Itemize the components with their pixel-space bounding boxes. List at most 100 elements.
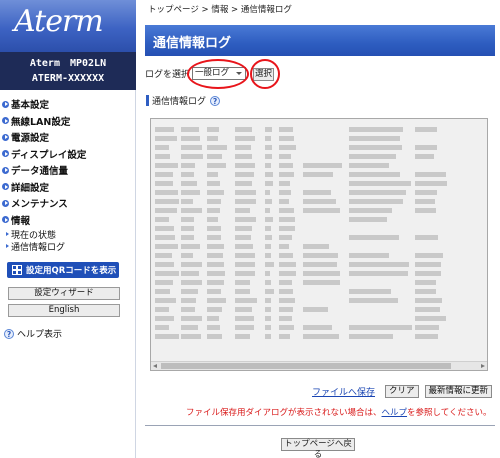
qr-button-label: 設定用QRコードを表示 (26, 266, 117, 276)
blurred-log-fragment (303, 262, 337, 267)
blurred-log-fragment (181, 253, 194, 258)
blurred-log-fragment (207, 289, 221, 294)
scrollbar-thumb[interactable] (161, 363, 451, 369)
blurred-log-fragment (279, 145, 297, 150)
sidebar-item-information[interactable]: 情報 (0, 212, 136, 229)
blurred-log-fragment (155, 145, 169, 150)
blurred-log-fragment (265, 190, 270, 195)
blurred-log-fragment (265, 127, 272, 132)
horizontal-scrollbar[interactable] (151, 361, 487, 370)
blurred-log-fragment (181, 325, 199, 330)
sidebar-item-power[interactable]: 電源設定 (0, 129, 136, 146)
blurred-log-fragment (207, 181, 221, 186)
blurred-log-fragment (155, 154, 171, 159)
blurred-log-fragment (235, 262, 255, 267)
blurred-log-fragment (279, 127, 293, 132)
blurred-log-fragment (155, 226, 174, 231)
sidebar-item-display[interactable]: ディスプレイ設定 (0, 146, 136, 163)
blurred-log-fragment (279, 325, 295, 330)
blurred-log-fragment (155, 307, 170, 312)
blurred-log-fragment (349, 181, 411, 186)
blurred-log-fragment (349, 262, 409, 267)
help-icon[interactable]: ? (210, 95, 221, 106)
logo-area: Aterm (0, 0, 136, 52)
help-link-inline[interactable]: ヘルプ (382, 408, 408, 418)
log-section-label: 通信情報ログ (152, 97, 207, 107)
blurred-log-fragment (265, 199, 272, 204)
blurred-log-fragment (265, 316, 271, 321)
show-qr-code-button[interactable]: 設定用QRコードを表示 (7, 262, 119, 278)
blurred-log-fragment (181, 298, 197, 303)
blurred-log-fragment (415, 190, 437, 195)
sidebar-item-wireless-lan[interactable]: 無線LAN設定 (0, 113, 136, 130)
sidebar-item-label: メンテナンス (11, 199, 68, 211)
blurred-log-fragment (265, 145, 272, 150)
help-link[interactable]: ? ヘルプ表示 (4, 327, 62, 340)
save-to-file-link[interactable]: ファイルへ保存 (312, 385, 375, 398)
blurred-log-fragment (155, 199, 179, 204)
blurred-log-fragment (207, 226, 221, 231)
blurred-log-fragment (415, 208, 436, 213)
sidebar-item-basic-settings[interactable]: 基本設定 (0, 96, 136, 113)
blurred-log-fragment (265, 154, 272, 159)
clear-button[interactable]: クリア (385, 385, 419, 398)
blurred-log-fragment (181, 217, 194, 222)
blurred-log-fragment (181, 280, 202, 285)
blurred-log-fragment (415, 298, 442, 303)
blurred-log-fragment (279, 298, 296, 303)
english-button[interactable]: English (8, 304, 120, 317)
sidebar-subitem-comm-log[interactable]: 通信情報ログ (0, 240, 136, 253)
blurred-log-fragment (235, 289, 250, 294)
blurred-log-fragment (303, 271, 341, 276)
sidebar-subitem-current-status[interactable]: 現在の状態 (0, 228, 136, 241)
blurred-log-fragment (235, 226, 253, 231)
page-title: 通信情報ログ (153, 36, 232, 51)
blurred-log-fragment (181, 199, 194, 204)
blurred-log-fragment (349, 208, 392, 213)
blurred-log-fragment (349, 253, 389, 258)
highlight-ring-select (187, 59, 249, 89)
blurred-log-fragment (207, 307, 223, 312)
blurred-log-fragment (415, 325, 439, 330)
refresh-button[interactable]: 最新情報に更新 (424, 385, 493, 398)
blurred-log-fragment (279, 244, 290, 249)
scroll-left-icon[interactable] (153, 364, 157, 368)
blurred-log-fragment (415, 154, 435, 159)
back-to-top-button[interactable]: トップページへ戻る (281, 438, 355, 458)
arrow-icon (2, 100, 9, 108)
arrow-icon (2, 133, 9, 141)
blurred-log-fragment (207, 334, 222, 339)
blurred-log-fragment (207, 217, 218, 222)
blurred-log-fragment (349, 271, 408, 276)
blurred-log-fragment (235, 172, 255, 177)
blurred-log-fragment (207, 298, 226, 303)
blurred-log-fragment (265, 217, 274, 222)
blurred-log-fragment (279, 262, 296, 267)
blurred-log-fragment (303, 190, 332, 195)
title-bar: 通信情報ログ (145, 25, 495, 56)
arrow-icon (2, 216, 9, 224)
sidebar: Aterm Aterm MP02LN ATERM-XXXXXX 基本設定 無線L… (0, 0, 136, 458)
log-textarea[interactable] (150, 118, 488, 371)
blurred-log-fragment (349, 298, 398, 303)
blurred-log-fragment (181, 262, 203, 267)
blurred-log-fragment (155, 163, 179, 168)
blurred-log-fragment (235, 163, 256, 168)
scroll-right-icon[interactable] (481, 364, 485, 368)
blurred-log-fragment (303, 334, 339, 339)
blurred-log-fragment (155, 262, 174, 267)
sidebar-item-advanced[interactable]: 詳細設定 (0, 179, 136, 196)
sidebar-item-data-usage[interactable]: データ通信量 (0, 162, 136, 179)
sidebar-item-maintenance[interactable]: メンテナンス (0, 195, 136, 212)
blurred-log-fragment (279, 181, 290, 186)
setup-wizard-button[interactable]: 設定ウィザード (8, 287, 120, 300)
sidebar-item-label: 情報 (11, 215, 31, 227)
blurred-log-fragment (207, 199, 222, 204)
blurred-log-fragment (303, 280, 341, 285)
blurred-log-fragment (155, 190, 178, 195)
blurred-log-fragment (265, 280, 272, 285)
sidebar-item-label: 電源設定 (11, 133, 50, 145)
blurred-log-fragment (181, 208, 202, 213)
bullet-icon (6, 244, 9, 248)
bullet-icon (6, 232, 9, 236)
